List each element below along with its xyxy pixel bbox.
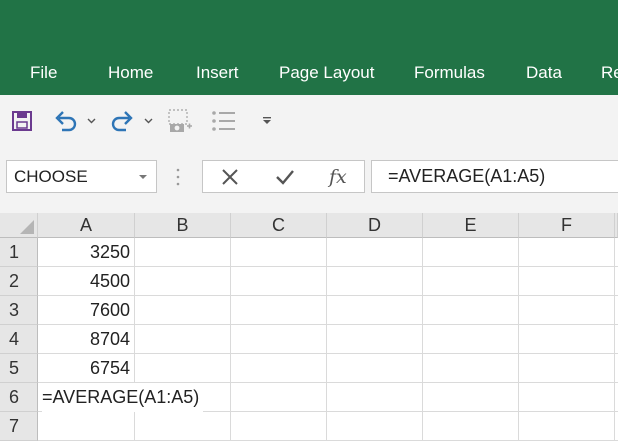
grip-icon[interactable] — [176, 168, 180, 186]
save-button[interactable] — [11, 95, 33, 146]
name-box[interactable]: CHOOSE — [6, 160, 157, 193]
row-header-1[interactable]: 1 — [0, 238, 38, 267]
tab-data[interactable]: Data — [526, 63, 562, 83]
row-header-7[interactable]: 7 — [0, 412, 38, 441]
column-header-f[interactable]: F — [519, 213, 615, 238]
cell-e7[interactable] — [423, 412, 519, 441]
tab-home[interactable]: Home — [108, 63, 153, 83]
cell-e5[interactable] — [423, 354, 519, 383]
cell-f3[interactable] — [519, 296, 615, 325]
cell-a7[interactable] — [38, 412, 135, 441]
undo-button[interactable] — [53, 95, 79, 146]
bullet-list-button[interactable] — [211, 95, 237, 146]
cell-d2[interactable] — [327, 267, 423, 296]
select-all-icon — [20, 220, 34, 234]
cell-d5[interactable] — [327, 354, 423, 383]
tab-formulas[interactable]: Formulas — [414, 63, 485, 83]
column-header-e[interactable]: E — [423, 213, 519, 238]
row-header-5[interactable]: 5 — [0, 354, 38, 383]
ribbon: File Home Insert Page Layout Formulas Da… — [0, 0, 618, 95]
cell-a3[interactable]: 7600 — [38, 296, 135, 325]
select-all-button[interactable] — [0, 213, 38, 238]
cell-e4[interactable] — [423, 325, 519, 354]
camera-icon — [168, 108, 192, 132]
cell-b4[interactable] — [135, 325, 231, 354]
cell-d3[interactable] — [327, 296, 423, 325]
spreadsheet-grid: A B C D E F 1 2 3 4 5 6 7 3250 4500 7600 87… — [0, 213, 618, 448]
chevron-down-icon[interactable] — [139, 175, 147, 179]
cell-c1[interactable] — [231, 238, 327, 267]
cell-d4[interactable] — [327, 325, 423, 354]
quick-access-toolbar — [0, 95, 618, 146]
customize-icon — [263, 117, 271, 124]
cell-d1[interactable] — [327, 238, 423, 267]
fx-label: fx — [329, 165, 347, 188]
redo-icon — [111, 110, 133, 131]
column-header-d[interactable]: D — [327, 213, 423, 238]
cell-b1[interactable] — [135, 238, 231, 267]
cell-f4[interactable] — [519, 325, 615, 354]
column-header-a[interactable]: A — [38, 213, 135, 238]
enter-button[interactable] — [275, 161, 295, 192]
row-header-2[interactable]: 2 — [0, 267, 38, 296]
row-header-6[interactable]: 6 — [0, 383, 38, 412]
insert-function-button[interactable]: fx — [329, 161, 347, 192]
camera-button[interactable] — [167, 95, 193, 146]
column-header-c[interactable]: C — [231, 213, 327, 238]
save-icon — [12, 110, 32, 131]
cell-a5[interactable]: 6754 — [38, 354, 135, 383]
cell-f1[interactable] — [519, 238, 615, 267]
list-icon — [212, 110, 235, 131]
cell-b3[interactable] — [135, 296, 231, 325]
cell-b2[interactable] — [135, 267, 231, 296]
tab-review[interactable]: Re — [601, 63, 618, 83]
tab-page-layout[interactable]: Page Layout — [279, 63, 374, 83]
row-header-4[interactable]: 4 — [0, 325, 38, 354]
customize-toolbar-button[interactable] — [262, 95, 272, 146]
cell-f6[interactable] — [519, 383, 615, 412]
cell-a4[interactable]: 8704 — [38, 325, 135, 354]
formula-bar: CHOOSE fx =AVERAGE(A1:A5) — [0, 146, 618, 213]
cell-a1[interactable]: 3250 — [38, 238, 135, 267]
cell-c4[interactable] — [231, 325, 327, 354]
cell-b5[interactable] — [135, 354, 231, 383]
cancel-button[interactable] — [221, 161, 239, 192]
cell-c7[interactable] — [231, 412, 327, 441]
cell-e2[interactable] — [423, 267, 519, 296]
cell-a6-editing[interactable]: =AVERAGE(A1:A5) — [42, 383, 204, 412]
tab-insert[interactable]: Insert — [196, 63, 239, 83]
enter-icon — [276, 169, 294, 185]
chevron-down-icon — [144, 118, 153, 123]
cell-c5[interactable] — [231, 354, 327, 383]
cell-c3[interactable] — [231, 296, 327, 325]
redo-dropdown[interactable] — [144, 95, 153, 146]
cell-e3[interactable] — [423, 296, 519, 325]
undo-dropdown[interactable] — [87, 95, 96, 146]
cell-f7[interactable] — [519, 412, 615, 441]
undo-icon — [55, 110, 77, 131]
cell-c6[interactable] — [231, 383, 327, 412]
name-box-value: CHOOSE — [14, 167, 88, 186]
cell-d6[interactable] — [327, 383, 423, 412]
cell-e6[interactable] — [423, 383, 519, 412]
cell-a2[interactable]: 4500 — [38, 267, 135, 296]
formula-input[interactable]: =AVERAGE(A1:A5) — [371, 160, 618, 193]
column-header-b[interactable]: B — [135, 213, 231, 238]
cell-f2[interactable] — [519, 267, 615, 296]
redo-button[interactable] — [109, 95, 135, 146]
cell-c2[interactable] — [231, 267, 327, 296]
cell-f5[interactable] — [519, 354, 615, 383]
cell-b7[interactable] — [135, 412, 231, 441]
cell-e1[interactable] — [423, 238, 519, 267]
cancel-icon — [222, 168, 238, 185]
tab-file[interactable]: File — [30, 63, 57, 83]
formula-buttons: fx — [202, 160, 365, 193]
chevron-down-icon — [87, 118, 96, 123]
cell-d7[interactable] — [327, 412, 423, 441]
row-header-3[interactable]: 3 — [0, 296, 38, 325]
